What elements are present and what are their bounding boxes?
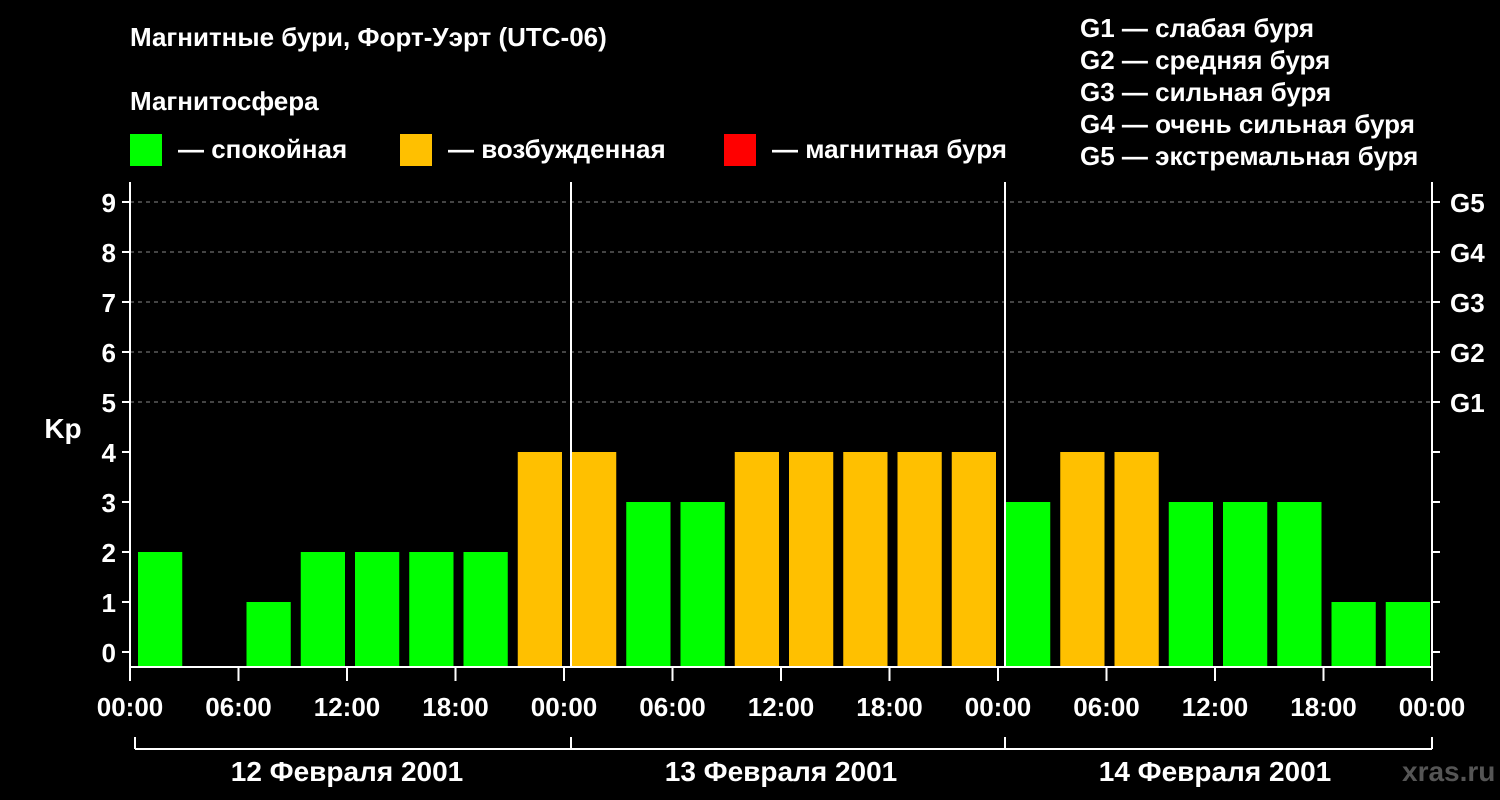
bar-19: [1168, 502, 1213, 667]
right-tick-label: G4: [1450, 238, 1485, 268]
y-tick-label: 5: [102, 388, 116, 418]
bar-4: [355, 552, 400, 667]
y-tick-label: 1: [102, 588, 116, 618]
y-tick-label: 6: [102, 338, 116, 368]
bar-17: [1060, 452, 1105, 667]
y-tick-label: 4: [102, 438, 117, 468]
y-tick-label: 9: [102, 188, 116, 218]
x-tick-label: 18:00: [422, 692, 489, 722]
bar-12: [789, 452, 834, 667]
right-tick-label: G5: [1450, 188, 1485, 218]
bar-18: [1114, 452, 1159, 667]
y-tick-label: 7: [102, 288, 116, 318]
x-tick-label: 06:00: [639, 692, 706, 722]
x-tick-label: 00:00: [965, 692, 1032, 722]
bar-2: [246, 602, 291, 667]
bar-5: [409, 552, 454, 667]
day-label: 12 Февраля 2001: [231, 756, 463, 787]
bar-6: [463, 552, 508, 667]
bar-22: [1331, 602, 1376, 667]
right-tick-label: G1: [1450, 388, 1485, 418]
x-tick-label: 12:00: [1182, 692, 1249, 722]
bar-15: [951, 452, 996, 667]
day-label: 14 Февраля 2001: [1099, 756, 1331, 787]
x-tick-label: 00:00: [1399, 692, 1466, 722]
bar-3: [300, 552, 345, 667]
x-tick-label: 12:00: [748, 692, 815, 722]
kp-bar-chart: 0 1 2 3 4 5 6 7 8 9 G1 G2 G3 G4 G5 Kp 00:00 06:00 12:00 18:…: [44, 182, 1485, 787]
bar-0: [138, 552, 183, 667]
y-axis-title: Kp: [44, 413, 81, 444]
watermark: xras.ru: [1402, 756, 1496, 787]
x-tick-label: 06:00: [1073, 692, 1140, 722]
x-tick-label: 18:00: [856, 692, 923, 722]
y-tick-label: 3: [102, 488, 116, 518]
y-tick-label: 8: [102, 238, 116, 268]
y-tick-label: 0: [102, 638, 116, 668]
bar-16: [1006, 502, 1051, 667]
bar-9: [626, 502, 671, 667]
right-tick-label: G3: [1450, 288, 1485, 318]
bar-14: [897, 452, 942, 667]
day-label: 13 Февраля 2001: [665, 756, 897, 787]
right-tick-label: G2: [1450, 338, 1485, 368]
x-tick-label: 18:00: [1290, 692, 1357, 722]
bar-10: [680, 502, 725, 667]
bar-21: [1277, 502, 1322, 667]
x-tick-label: 06:00: [205, 692, 272, 722]
x-tick-label: 00:00: [531, 692, 598, 722]
x-tick-label: 12:00: [314, 692, 381, 722]
x-tick-label: 00:00: [97, 692, 164, 722]
bar-8: [572, 452, 617, 667]
bar-13: [843, 452, 888, 667]
bar-7: [517, 452, 562, 667]
bar-23: [1385, 602, 1430, 667]
y-tick-label: 2: [102, 538, 116, 568]
bar-11: [734, 452, 779, 667]
bar-20: [1223, 502, 1268, 667]
